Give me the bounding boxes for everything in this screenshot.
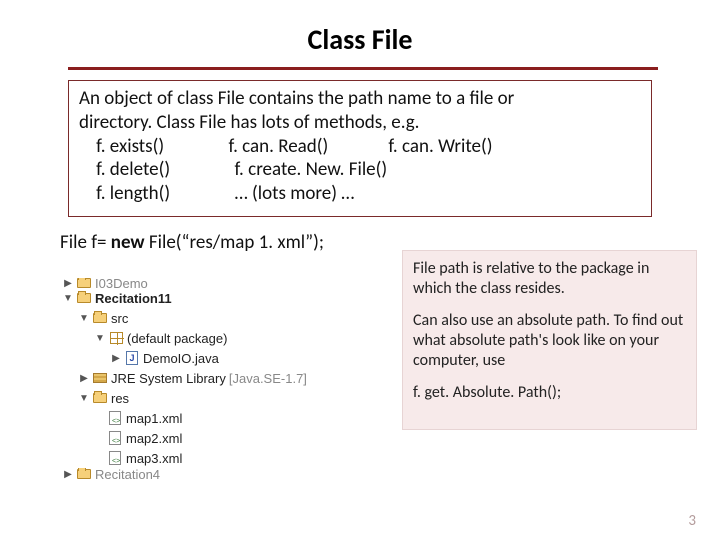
source-folder-icon — [92, 311, 108, 325]
slide-title: Class File — [0, 0, 720, 67]
project-icon — [76, 278, 92, 288]
xml-file-icon — [107, 411, 123, 425]
tree-row[interactable]: ▼ res — [60, 388, 400, 408]
tree-row[interactable]: ▶ Recitation4 — [60, 468, 400, 480]
page-number: 3 — [688, 512, 696, 530]
project-icon — [76, 291, 92, 305]
collapse-icon[interactable]: ▶ — [63, 278, 73, 288]
library-icon — [92, 371, 108, 385]
note-paragraph: File path is relative to the package in … — [413, 259, 686, 299]
collapse-icon[interactable]: ▶ — [63, 469, 73, 480]
folder-icon — [92, 391, 108, 405]
tree-label: (default package) — [127, 331, 227, 346]
tree-row[interactable]: ▼ Recitation11 — [60, 288, 400, 308]
expand-icon[interactable]: ▼ — [63, 293, 73, 304]
tree-label-suffix: [Java.SE-1.7] — [229, 371, 307, 386]
tree-row[interactable]: ▼ src — [60, 308, 400, 328]
tree-row[interactable]: ▶ J DemoIO.java — [60, 348, 400, 368]
desc-line: directory. Class File has lots of method… — [79, 111, 641, 135]
expand-icon[interactable]: ▼ — [79, 393, 89, 404]
expand-icon[interactable]: ▼ — [79, 313, 89, 324]
tree-label: Recitation11 — [95, 291, 172, 306]
expand-icon[interactable]: ▼ — [95, 333, 105, 344]
tree-label: I03Demo — [95, 278, 148, 288]
code-keyword: new — [111, 231, 145, 254]
tree-row[interactable]: ▶ JRE System Library [Java.SE-1.7] — [60, 368, 400, 388]
desc-line: f. delete() f. create. New. File() — [79, 158, 641, 182]
lower-region: ▶ I03Demo ▼ Recitation11 ▼ src ▼ (defaul… — [60, 278, 690, 510]
collapse-icon[interactable]: ▶ — [111, 353, 121, 364]
code-text: File(“res/map 1. xml”); — [145, 231, 324, 254]
tree-row[interactable]: ▼ (default package) — [60, 328, 400, 348]
package-explorer-tree: ▶ I03Demo ▼ Recitation11 ▼ src ▼ (defaul… — [60, 278, 400, 480]
xml-file-icon — [107, 431, 123, 445]
tree-label: map1.xml — [126, 411, 182, 426]
tree-label: res — [111, 391, 129, 406]
tree-row[interactable]: map2.xml — [60, 428, 400, 448]
explanation-note: File path is relative to the package in … — [402, 250, 697, 430]
tree-label: JRE System Library — [111, 371, 226, 386]
code-text: File f= — [60, 231, 111, 254]
java-file-icon: J — [124, 351, 140, 365]
description-box: An object of class File contains the pat… — [68, 80, 652, 217]
tree-row[interactable]: ▶ I03Demo — [60, 278, 400, 288]
tree-label: map2.xml — [126, 431, 182, 446]
note-paragraph: Can also use an absolute path. To find o… — [413, 311, 686, 371]
tree-row[interactable]: map1.xml — [60, 408, 400, 428]
title-underline — [68, 67, 658, 70]
desc-line: An object of class File contains the pat… — [79, 87, 641, 111]
package-icon — [108, 331, 124, 345]
xml-file-icon — [107, 451, 123, 465]
tree-label: DemoIO.java — [143, 351, 219, 366]
tree-label: map3.xml — [126, 451, 182, 466]
collapse-icon[interactable]: ▶ — [79, 373, 89, 384]
project-icon — [76, 468, 92, 480]
desc-line: f. length() … (lots more) … — [79, 182, 641, 206]
tree-label: Recitation4 — [95, 468, 160, 480]
tree-row[interactable]: map3.xml — [60, 448, 400, 468]
desc-line: f. exists() f. can. Read() f. can. Write… — [79, 135, 641, 159]
tree-label: src — [111, 311, 128, 326]
note-code: f. get. Absolute. Path(); — [413, 383, 686, 403]
